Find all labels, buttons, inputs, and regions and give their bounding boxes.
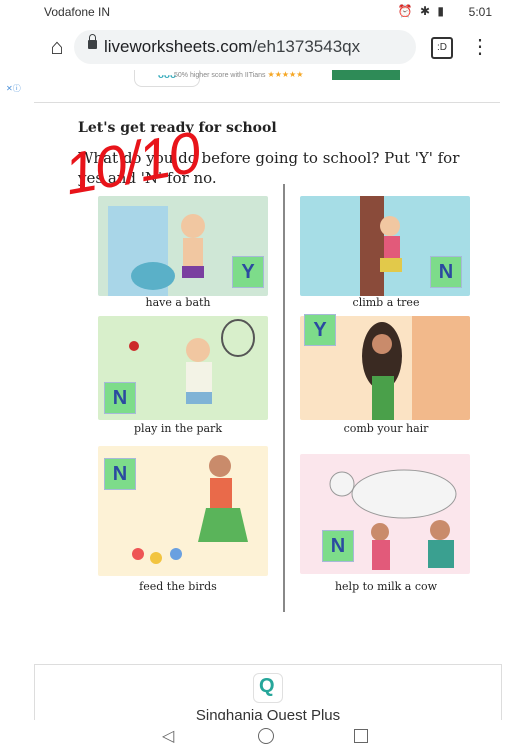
- browser-toolbar: ⌂ liveworksheets.com/eh1373543qx :D ⋮: [0, 26, 532, 70]
- caption-park: play in the park: [134, 422, 222, 435]
- lock-icon: [88, 34, 97, 49]
- answer-box-cow[interactable]: N: [322, 530, 354, 562]
- caption-birds: feed the birds: [139, 580, 217, 593]
- app-promo-card[interactable]: Singhania Quest Plus: [34, 664, 502, 724]
- status-bar: Vodafone IN ⏰ ✱ ▮ 5:01: [0, 0, 532, 26]
- column-divider: [283, 184, 285, 612]
- menu-icon[interactable]: ⋮: [470, 35, 490, 59]
- worksheet: Let's get ready for school What do you d…: [34, 104, 500, 620]
- caption-hair: comb your hair: [343, 422, 429, 435]
- clock: 5:01: [468, 5, 492, 19]
- ad-info-icon[interactable]: ✕ⓘ: [6, 83, 21, 94]
- url-domain: liveworksheets.com: [104, 37, 253, 56]
- answer-box-birds[interactable]: N: [104, 458, 136, 490]
- ad-text: 50% higher score with IITians ★★★★★: [174, 70, 304, 79]
- back-icon[interactable]: ◁: [162, 726, 174, 746]
- ad-cta-button[interactable]: [332, 70, 400, 80]
- ad-banner[interactable]: ✕ⓘ ᴗᴗᴗ 50% higher score with IITians ★★★…: [6, 70, 500, 103]
- caption-tree: climb a tree: [352, 296, 420, 309]
- answer-box-bath[interactable]: Y: [232, 256, 264, 288]
- url-path: /eh1373543qx: [252, 37, 361, 56]
- home-circle-icon[interactable]: [258, 728, 274, 744]
- home-icon[interactable]: ⌂: [44, 34, 70, 60]
- answer-box-hair[interactable]: Y: [304, 314, 336, 346]
- address-bar[interactable]: liveworksheets.com/eh1373543qx: [74, 30, 416, 64]
- url-text: liveworksheets.com/eh1373543qx: [104, 37, 360, 57]
- system-nav-bar: ◁: [0, 720, 532, 752]
- caption-cow: help to milk a cow: [334, 580, 438, 593]
- answer-box-tree[interactable]: N: [430, 256, 462, 288]
- app-icon: [253, 673, 283, 703]
- ad-stars-icon: ★★★★★: [267, 70, 304, 79]
- recents-icon[interactable]: [354, 729, 368, 743]
- caption-bath: have a bath: [145, 296, 211, 309]
- tab-switcher-button[interactable]: :D: [431, 37, 453, 59]
- carrier-label: Vodafone IN: [44, 5, 111, 19]
- status-icons: ⏰ ✱ ▮: [397, 4, 446, 18]
- answer-box-park[interactable]: N: [104, 382, 136, 414]
